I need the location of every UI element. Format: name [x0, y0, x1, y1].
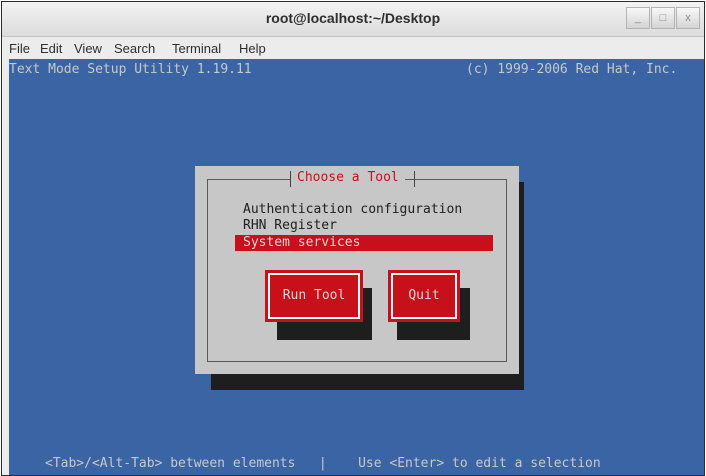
title-tick-right — [414, 171, 415, 187]
setup-utility-header: Text Mode Setup Utility 1.19.11 — [9, 62, 252, 77]
option-system-services[interactable]: System services — [235, 235, 493, 251]
window-title: root@localhost:~/Desktop — [265, 10, 441, 26]
option-authentication[interactable]: Authentication configuration — [235, 202, 493, 218]
option-rhn-register[interactable]: RHN Register — [235, 218, 493, 234]
menu-bar: File Edit View Search Terminal Help — [2, 37, 704, 61]
maximize-icon: □ — [659, 12, 667, 24]
menu-search[interactable]: Search — [114, 41, 155, 56]
status-footer: <Tab>/<Alt-Tab> between elements | Use <… — [9, 452, 704, 475]
copyright-header: (c) 1999-2006 Red Hat, Inc. — [466, 62, 678, 77]
quit-button[interactable]: Quit — [388, 270, 460, 322]
run-tool-button[interactable]: Run Tool — [265, 270, 363, 322]
dialog-title: Choose a Tool — [291, 170, 405, 186]
maximize-button[interactable]: □ — [651, 7, 675, 29]
keyboard-hints: <Tab>/<Alt-Tab> between elements | Use <… — [45, 456, 601, 471]
title-bar[interactable]: root@localhost:~/Desktop _ □ x — [2, 2, 704, 37]
menu-file[interactable]: File — [9, 41, 30, 56]
menu-help[interactable]: Help — [239, 41, 266, 56]
terminal-window: root@localhost:~/Desktop _ □ x File Edit… — [1, 1, 705, 476]
close-icon: x — [685, 12, 691, 24]
terminal-screen[interactable]: Text Mode Setup Utility 1.19.11 (c) 1999… — [9, 59, 704, 475]
choose-tool-dialog: Choose a Tool Authentication configurati… — [195, 166, 519, 374]
menu-terminal[interactable]: Terminal — [172, 41, 221, 56]
close-button[interactable]: x — [676, 7, 700, 29]
menu-edit[interactable]: Edit — [40, 41, 62, 56]
minimize-button[interactable]: _ — [626, 7, 650, 29]
menu-view[interactable]: View — [74, 41, 102, 56]
minimize-icon: _ — [634, 12, 642, 24]
